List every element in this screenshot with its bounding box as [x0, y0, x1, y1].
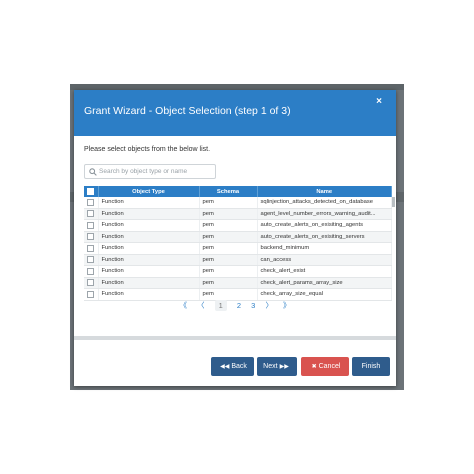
table-header-row: Object Type Schema Name [84, 186, 392, 197]
double-chevron-left-icon: ◀◀ [220, 364, 230, 370]
back-button-label: Back [231, 363, 247, 370]
cell-object-type: Function [98, 219, 200, 232]
column-header-object-type[interactable]: Object Type [98, 186, 200, 197]
page-1-button[interactable]: 1 [214, 300, 227, 311]
cell-schema: pem [199, 265, 258, 278]
paginator: 《 〈 1 2 3 〉 》 [74, 300, 396, 311]
cell-name: check_alert_exist [257, 265, 392, 278]
next-page-button[interactable]: 〉 [265, 300, 273, 311]
vertical-scrollbar[interactable] [392, 197, 395, 207]
row-checkbox[interactable] [87, 244, 94, 252]
row-checkbox[interactable] [87, 279, 94, 287]
close-icon[interactable]: × [376, 96, 382, 107]
cell-schema: pem [199, 242, 258, 255]
cell-object-type: Function [98, 277, 200, 289]
page-2-button[interactable]: 2 [237, 301, 241, 310]
cell-name: check_alert_params_array_size [257, 277, 392, 289]
row-checkbox[interactable] [87, 198, 94, 206]
cell-name: sqlinjection_attacks_detected_on_databas… [257, 197, 392, 209]
first-page-button[interactable]: 《 [179, 300, 187, 311]
row-checkbox-cell[interactable] [84, 265, 99, 278]
cell-schema: pem [199, 231, 258, 243]
cell-schema: pem [199, 254, 258, 266]
row-checkbox[interactable] [87, 256, 94, 264]
cancel-button-label: Cancel [318, 363, 341, 370]
table-row[interactable]: Function pem check_alert_params_array_size [84, 277, 392, 289]
cell-object-type: Function [98, 231, 200, 243]
finish-button-label: Finish [361, 363, 381, 370]
table-row[interactable]: Function pem can_access [84, 254, 392, 266]
select-all-header[interactable] [84, 186, 99, 197]
cell-schema: pem [199, 197, 258, 209]
row-checkbox[interactable] [87, 221, 94, 229]
column-header-name[interactable]: Name [257, 186, 392, 197]
row-checkbox[interactable] [87, 210, 94, 218]
dialog-footer: ◀◀ Back Next ▶▶ ✖ Cancel Finish [74, 340, 396, 386]
cell-name: auto_create_alerts_on_exisiting_agents [257, 219, 392, 232]
row-checkbox-cell[interactable] [84, 288, 99, 301]
cancel-button[interactable]: ✖ Cancel [301, 357, 349, 376]
row-checkbox[interactable] [87, 290, 94, 298]
column-header-schema[interactable]: Schema [199, 186, 258, 197]
table-row[interactable]: Function pem backend_minimum [84, 242, 392, 255]
row-checkbox-cell[interactable] [84, 254, 99, 266]
row-checkbox-cell[interactable] [84, 277, 99, 289]
finish-button[interactable]: Finish [352, 357, 390, 376]
table-row[interactable]: Function pem check_array_size_equal [84, 288, 392, 301]
prev-page-button[interactable]: 〈 [197, 300, 205, 311]
cell-schema: pem [199, 288, 258, 301]
dialog-header: Grant Wizard - Object Selection (step 1 … [74, 90, 396, 136]
cell-name: auto_create_alerts_on_exisiting_servers [257, 231, 392, 243]
cell-name: agent_level_number_errors_warning_audit.… [257, 208, 392, 220]
x-icon: ✖ [311, 364, 317, 370]
row-checkbox-cell[interactable] [84, 231, 99, 243]
cell-schema: pem [199, 219, 258, 232]
cell-schema: pem [199, 208, 258, 220]
object-table: Object Type Schema Name Function pem sqlin… [84, 186, 392, 301]
table-row[interactable]: Function pem sqlinjection_attacks_detected… [84, 197, 392, 209]
search-box[interactable] [84, 164, 216, 179]
cell-object-type: Function [98, 265, 200, 278]
cell-object-type: Function [98, 197, 200, 209]
row-checkbox[interactable] [87, 233, 94, 241]
cell-object-type: Function [98, 208, 200, 220]
row-checkbox[interactable] [87, 267, 94, 275]
cell-schema: pem [199, 277, 258, 289]
dialog-title: Grant Wizard - Object Selection (step 1 … [84, 105, 291, 117]
next-button-label: Next [263, 363, 278, 370]
search-input[interactable] [99, 166, 213, 177]
grant-wizard-dialog: Grant Wizard - Object Selection (step 1 … [74, 90, 396, 386]
cell-name: check_array_size_equal [257, 288, 392, 301]
next-button[interactable]: Next ▶▶ [257, 357, 297, 376]
back-button[interactable]: ◀◀ Back [211, 357, 254, 376]
row-checkbox-cell[interactable] [84, 219, 99, 232]
row-checkbox-cell[interactable] [84, 242, 99, 255]
double-chevron-right-icon: ▶▶ [279, 364, 289, 370]
table-row[interactable]: Function pem check_alert_exist [84, 265, 392, 278]
cell-object-type: Function [98, 242, 200, 255]
search-icon [89, 168, 97, 176]
table-body: Function pem sqlinjection_attacks_detected… [84, 197, 392, 301]
table-row[interactable]: Function pem auto_create_alerts_on_exisiti… [84, 219, 392, 232]
table-row[interactable]: Function pem agent_level_number_errors_war… [84, 208, 392, 220]
select-all-checkbox[interactable] [87, 187, 95, 195]
cell-object-type: Function [98, 254, 200, 266]
instruction-text: Please select objects from the below lis… [84, 146, 211, 153]
cell-object-type: Function [98, 288, 200, 301]
last-page-button[interactable]: 》 [283, 300, 291, 311]
row-checkbox-cell[interactable] [84, 197, 99, 209]
page-3-button[interactable]: 3 [251, 301, 255, 310]
object-grid: Object Type Schema Name Function pem sqlin… [84, 186, 395, 301]
table-row[interactable]: Function pem auto_create_alerts_on_exisiti… [84, 231, 392, 243]
cell-name: backend_minimum [257, 242, 392, 255]
row-checkbox-cell[interactable] [84, 208, 99, 220]
cell-name: can_access [257, 254, 392, 266]
